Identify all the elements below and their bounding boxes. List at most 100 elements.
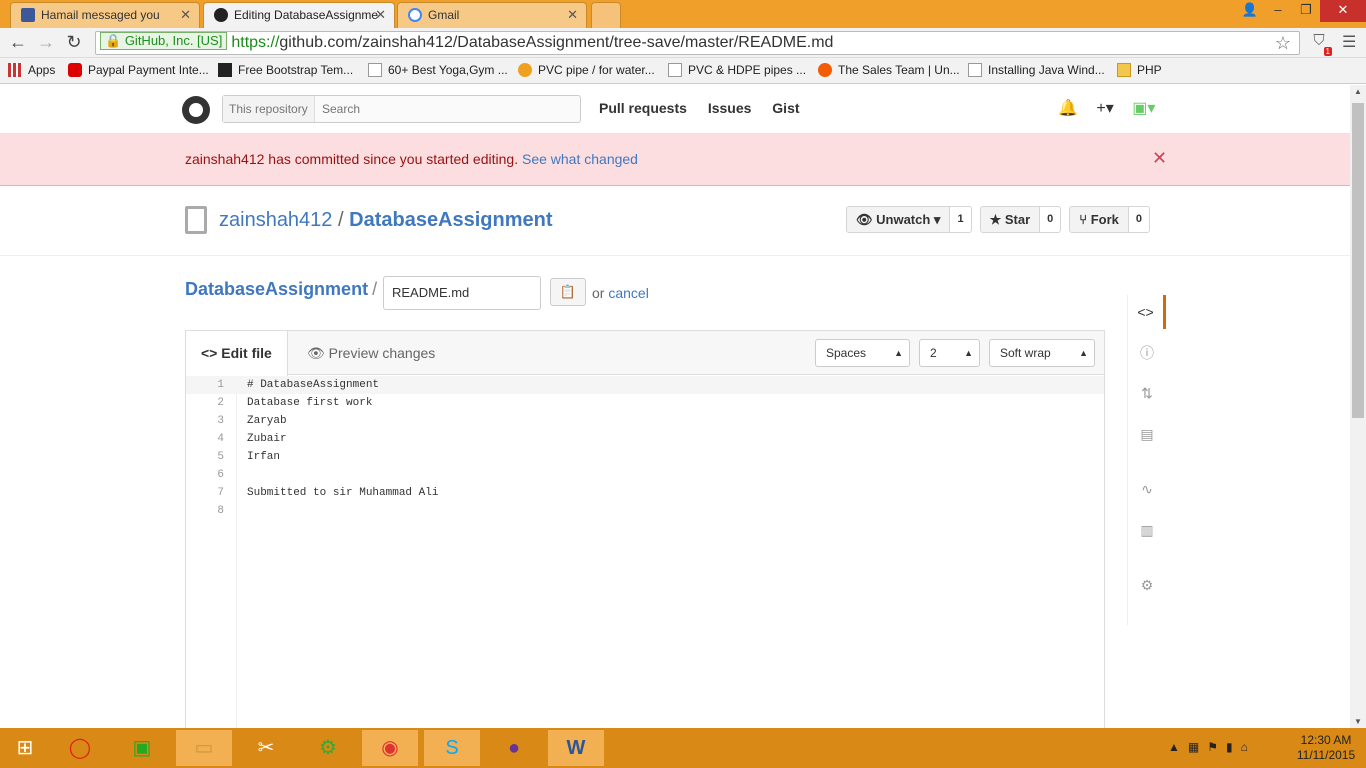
- repo-name-link[interactable]: DatabaseAssignment: [349, 209, 552, 231]
- flash-message: zainshah412 has committed since you star…: [185, 151, 638, 167]
- settings-gear-icon[interactable]: ⚙: [1128, 577, 1166, 594]
- minimize-button[interactable]: –: [1264, 0, 1292, 22]
- ev-certificate-badge[interactable]: 🔒 GitHub, Inc. [US]: [100, 32, 228, 50]
- star-button[interactable]: ★ Star: [979, 206, 1041, 233]
- android-studio-icon[interactable]: ⚙: [300, 730, 356, 766]
- scroll-down-icon[interactable]: ▼: [1350, 717, 1366, 726]
- back-icon[interactable]: ←: [6, 32, 30, 53]
- opera-icon[interactable]: ◯: [52, 730, 108, 766]
- store-icon[interactable]: ▣: [114, 730, 170, 766]
- bookmark-apps[interactable]: Apps: [8, 63, 55, 77]
- windows-start-icon[interactable]: ⊞: [0, 730, 50, 766]
- close-window-button[interactable]: ✕: [1320, 0, 1366, 22]
- scroll-up-icon[interactable]: ▲: [1350, 87, 1366, 96]
- github-desktop-icon[interactable]: ●: [486, 730, 542, 766]
- bookmark-yoga[interactable]: 60+ Best Yoga,Gym ...: [368, 63, 508, 77]
- page-scrollbar[interactable]: ▲ ▼: [1350, 85, 1366, 728]
- bookmark-paypal[interactable]: Paypal Payment Inte...: [68, 63, 209, 77]
- graphs-icon[interactable]: ▥: [1128, 522, 1166, 539]
- browser-toolbar: ← → ↻ 🔒 GitHub, Inc. [US] https://github.…: [0, 28, 1366, 58]
- breadcrumb-repo-link[interactable]: DatabaseAssignment: [185, 279, 368, 299]
- tab-facebook[interactable]: Hamail messaged you ✕: [10, 2, 200, 28]
- clipboard-icon[interactable]: 📋: [550, 278, 586, 306]
- folder-icon: [1117, 63, 1131, 77]
- repo-owner-link[interactable]: zainshah412: [219, 209, 332, 231]
- stars-count[interactable]: 0: [1040, 206, 1062, 233]
- code-line[interactable]: 7 Submitted to sir Muhammad Ali: [186, 484, 1104, 502]
- code-line[interactable]: 6: [186, 466, 1104, 484]
- filename-input[interactable]: README.md: [383, 276, 541, 310]
- site-icon: [818, 63, 832, 77]
- extension-badge: 1: [1323, 47, 1332, 56]
- page-icon: [968, 63, 982, 77]
- bookmark-star-icon[interactable]: ☆: [1275, 32, 1291, 54]
- browser-tab-strip: Hamail messaged you ✕ Editing DatabaseAs…: [0, 0, 1366, 28]
- unwatch-button[interactable]: 👁 Unwatch ▾: [846, 206, 951, 233]
- search-box: This repository: [222, 95, 581, 123]
- bookmark-pvc-hdpe[interactable]: PVC & HDPE pipes ...: [668, 63, 806, 77]
- paint-icon[interactable]: ✂: [238, 730, 294, 766]
- file-explorer-icon[interactable]: ▭: [176, 730, 232, 766]
- extension-icon[interactable]: ⛉ 1: [1308, 32, 1332, 56]
- word-icon[interactable]: W: [548, 730, 604, 766]
- code-line[interactable]: 5 Irfan: [186, 448, 1104, 466]
- clock[interactable]: 12:30 AM 11/11/2015: [1296, 733, 1356, 763]
- menu-icon[interactable]: ☰: [1342, 32, 1356, 52]
- fork-button[interactable]: ⑂ Fork: [1069, 206, 1129, 233]
- bookmark-sales-team[interactable]: The Sales Team | Un...: [818, 63, 960, 77]
- search-scope: This repository: [223, 96, 315, 122]
- chrome-icon[interactable]: ◉: [362, 730, 418, 766]
- wiki-icon[interactable]: ▤: [1128, 426, 1166, 443]
- code-line[interactable]: 3 Zaryab: [186, 412, 1104, 430]
- address-bar[interactable]: 🔒 GitHub, Inc. [US] https://github.com/za…: [95, 31, 1300, 55]
- close-icon[interactable]: ✕: [375, 3, 386, 27]
- code-line[interactable]: 1 # DatabaseAssignment: [186, 376, 1104, 394]
- tab-github[interactable]: Editing DatabaseAssignme ✕: [203, 2, 395, 28]
- ev-label: GitHub, Inc. [US]: [124, 33, 223, 48]
- watchers-count[interactable]: 1: [950, 206, 972, 233]
- bell-icon[interactable]: 🔔: [1058, 100, 1078, 117]
- reload-icon[interactable]: ↻: [62, 32, 86, 53]
- indent-mode-select[interactable]: Spaces ▲: [815, 339, 910, 367]
- pulse-icon[interactable]: ∿: [1128, 481, 1166, 498]
- line-number: 8: [217, 505, 224, 517]
- indent-size-select[interactable]: 2 ▲: [919, 339, 980, 367]
- new-tab-button[interactable]: [591, 2, 621, 28]
- nav-gist[interactable]: Gist: [772, 100, 799, 116]
- skype-icon[interactable]: S: [424, 730, 480, 766]
- close-icon[interactable]: ✕: [180, 3, 191, 27]
- nav-pull-requests[interactable]: Pull requests: [599, 100, 687, 116]
- maximize-button[interactable]: ❐: [1292, 0, 1320, 22]
- close-icon[interactable]: ✕: [1152, 148, 1167, 169]
- code-line[interactable]: 4 Zubair: [186, 430, 1104, 448]
- avatar[interactable]: ▣▾: [1132, 100, 1155, 117]
- bookmark-pvc-pipe[interactable]: PVC pipe / for water...: [518, 63, 655, 77]
- nav-issues[interactable]: Issues: [708, 100, 752, 116]
- code-editor[interactable]: 1 # DatabaseAssignment 2 Database first wo…: [186, 376, 1104, 728]
- close-icon[interactable]: ✕: [567, 3, 578, 27]
- code-line[interactable]: 8: [186, 502, 1104, 520]
- pull-request-icon[interactable]: ⇅: [1128, 385, 1166, 402]
- search-input[interactable]: [319, 96, 577, 122]
- user-icon[interactable]: 👤: [1236, 0, 1264, 22]
- code-icon[interactable]: <>: [1128, 295, 1166, 329]
- forks-count[interactable]: 0: [1128, 206, 1151, 233]
- tab-preview-changes[interactable]: 👁 Preview changes: [292, 331, 450, 375]
- cancel-link[interactable]: cancel: [608, 285, 648, 301]
- bookmark-bootstrap[interactable]: Free Bootstrap Tem...: [218, 63, 353, 77]
- forward-icon[interactable]: →: [34, 32, 58, 53]
- scrollbar-thumb[interactable]: [1352, 103, 1364, 418]
- bookmark-php[interactable]: PHP: [1117, 63, 1162, 77]
- plus-dropdown-icon[interactable]: +▾: [1096, 100, 1113, 117]
- code-line[interactable]: 2 Database first work: [186, 394, 1104, 412]
- github-logo-icon[interactable]: [182, 96, 210, 124]
- system-tray[interactable]: ▲▦⚑▮⌂: [1168, 740, 1256, 754]
- select-arrow-icon: ▲: [964, 348, 973, 358]
- see-what-changed-link[interactable]: See what changed: [522, 151, 638, 167]
- tab-edit-file[interactable]: <> Edit file: [186, 331, 288, 376]
- bookmark-java[interactable]: Installing Java Wind...: [968, 63, 1105, 77]
- issues-icon[interactable]: ⓘ: [1128, 343, 1166, 363]
- tab-gmail[interactable]: Gmail ✕: [397, 2, 587, 28]
- wrap-mode-select[interactable]: Soft wrap ▲: [989, 339, 1095, 367]
- breadcrumb: DatabaseAssignment /: [185, 279, 377, 300]
